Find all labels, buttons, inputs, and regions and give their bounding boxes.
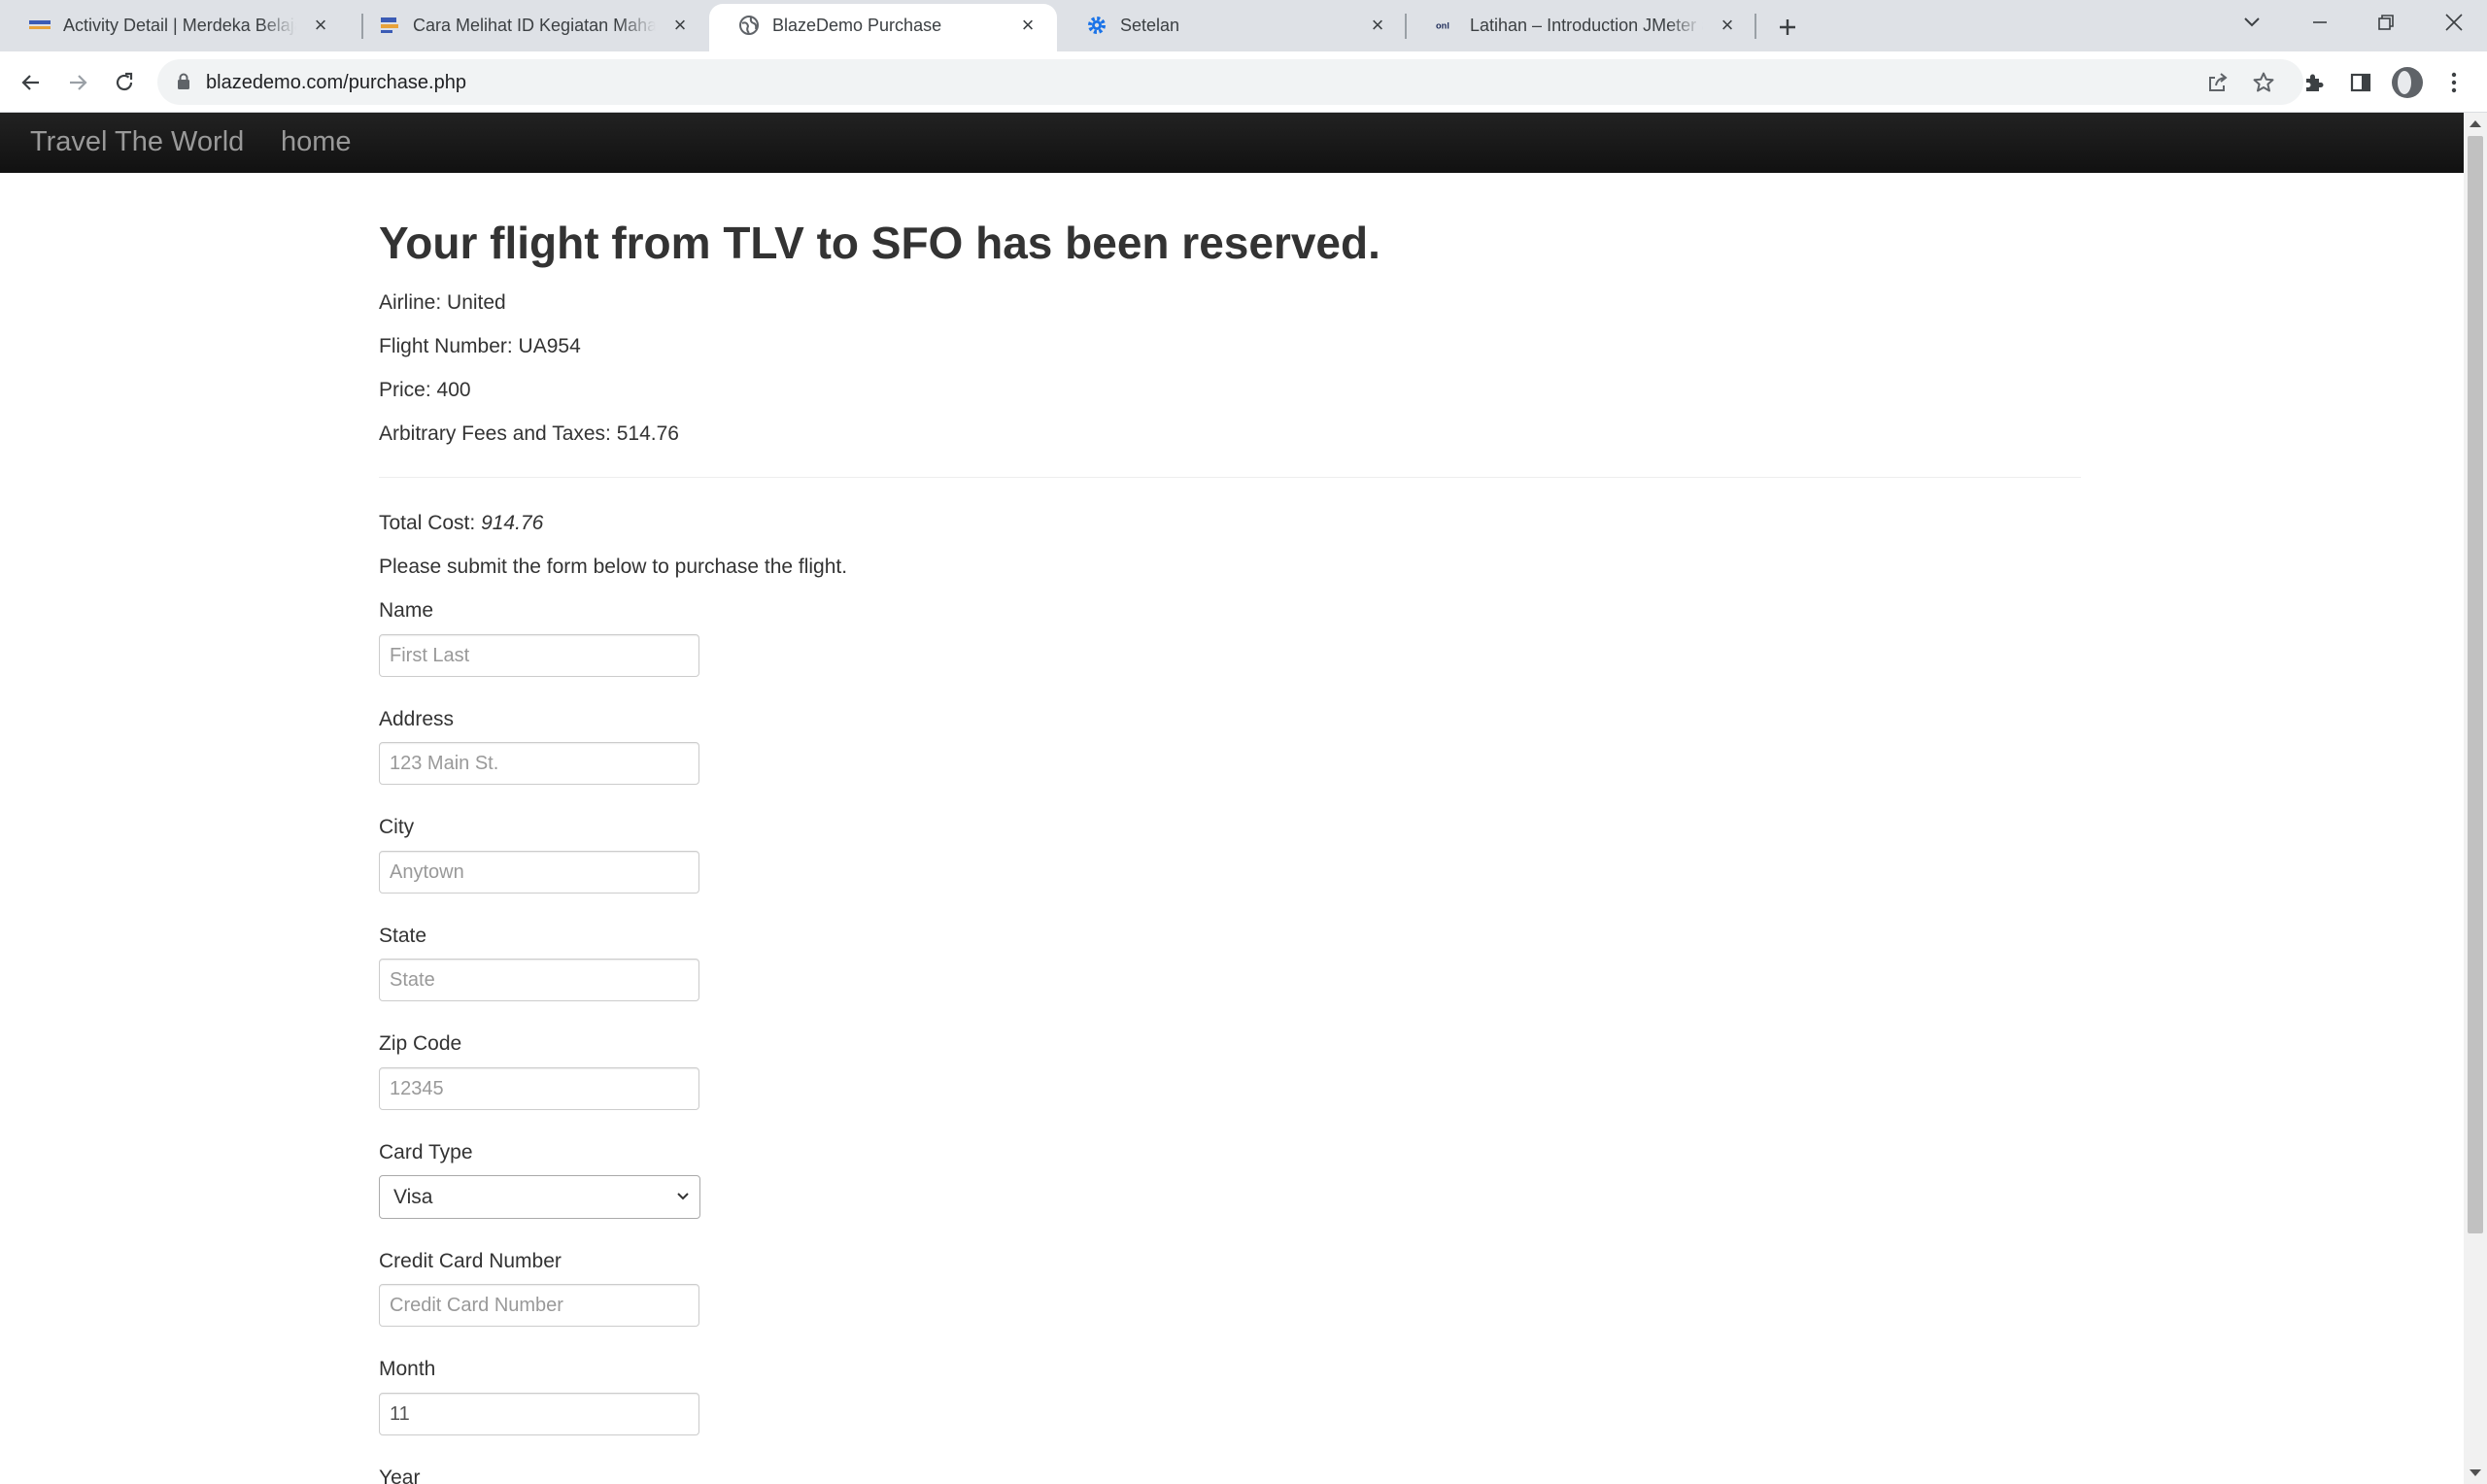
kampus-merdeka-icon [29,15,51,36]
credit-card-number-label: Credit Card Number [379,1250,562,1272]
kebab-menu-icon [2451,72,2457,93]
tab-title: Latihan – Introduction JMeter and [1470,16,1703,35]
city-label: City [379,816,415,838]
close-icon[interactable]: × [1366,13,1389,37]
tab-blazedemo-purchase[interactable]: BlazeDemo Purchase × [709,4,1057,51]
page-title: Your flight from TLV to SFO has been res… [379,218,1380,268]
month-label: Month [379,1358,436,1380]
close-window-button[interactable] [2421,0,2487,45]
chevron-down-icon [677,1193,689,1200]
scroll-up-arrow-icon[interactable] [2470,120,2481,127]
kampus-merdeka-icon [379,15,400,36]
tab-merdeka-activity[interactable]: Activity Detail | Merdeka Belajar × [0,0,350,51]
plus-icon [1780,19,1795,35]
minimize-button[interactable] [2287,0,2353,45]
tab-separator [1755,14,1756,39]
puzzle-icon [2306,74,2324,91]
address-label: Address [379,708,455,730]
page-viewport: Travel The World home Your flight from T… [0,113,2464,1484]
navbar-brand[interactable]: Travel The World [30,125,244,158]
month-input[interactable] [379,1393,699,1435]
back-button[interactable] [14,65,49,100]
site-navbar: Travel The World home [0,113,2464,173]
onl-icon: onl [1436,15,1457,36]
close-icon[interactable]: × [1716,13,1739,37]
arrow-left-icon [21,75,39,90]
arrow-right-icon [70,75,87,90]
card-type-label: Card Type [379,1141,473,1164]
name-label: Name [379,599,434,622]
close-icon[interactable]: × [668,13,692,37]
profile-avatar-button[interactable] [2390,65,2425,100]
forward-button[interactable] [60,65,95,100]
city-input[interactable] [379,851,699,894]
tab-cara-melihat[interactable]: Cara Melihat ID Kegiatan Mahasiswa × [350,0,709,51]
tab-title: Activity Detail | Merdeka Belajar [63,16,296,35]
zip-code-input[interactable] [379,1067,699,1110]
scroll-down-arrow-icon[interactable] [2470,1469,2481,1476]
tab-title: Setelan [1120,16,1180,35]
avatar [2392,67,2423,98]
card-type-select[interactable]: Visa [379,1175,700,1219]
airline-text: Airline: United [379,291,506,314]
state-label: State [379,925,427,947]
tab-title: BlazeDemo Purchase [772,16,942,35]
minimize-icon [2313,21,2327,23]
card-type-selected: Visa [393,1186,433,1208]
url-text[interactable]: blazedemo.com/purchase.php [206,71,466,94]
gear-icon [1086,15,1107,36]
side-panel-button[interactable] [2343,65,2378,100]
chevron-down-icon [2244,17,2260,27]
state-input[interactable] [379,959,699,1001]
tab-title: Cara Melihat ID Kegiatan Mahasiswa [413,16,656,35]
restore-icon [2378,15,2394,30]
tab-latihan-jmeter[interactable]: onl Latihan – Introduction JMeter and × [1407,0,1756,51]
restore-button[interactable] [2353,0,2419,45]
share-icon[interactable] [2203,68,2232,97]
name-input[interactable] [379,634,699,677]
globe-icon [738,15,760,36]
extensions-button[interactable] [2297,65,2332,100]
close-icon[interactable]: × [309,13,332,37]
page-scrollbar[interactable] [2464,113,2487,1484]
scrollbar-thumb[interactable] [2468,136,2483,1233]
credit-card-number-input[interactable] [379,1284,699,1327]
address-bar[interactable]: blazedemo.com/purchase.php [157,59,2303,105]
lock-icon[interactable] [177,73,190,95]
divider [379,477,2081,478]
home-link[interactable]: home [281,125,352,158]
address-input[interactable] [379,742,699,785]
zip-code-label: Zip Code [379,1032,462,1055]
svg-text:onl: onl [1436,20,1449,30]
price-text: Price: 400 [379,379,471,401]
total-cost-value: 914.76 [481,512,544,534]
fees-text: Arbitrary Fees and Taxes: 514.76 [379,422,679,445]
instruction-text: Please submit the form below to purchase… [379,556,848,578]
side-panel-icon [2350,73,2371,92]
tab-search-button[interactable] [2219,0,2285,45]
reload-button[interactable] [107,65,142,100]
bookmark-star-icon[interactable] [2249,68,2278,97]
flight-number-text: Flight Number: UA954 [379,335,581,357]
browser-menu-button[interactable] [2436,65,2471,100]
total-cost: Total Cost: 914.76 [379,511,543,536]
browser-toolbar: blazedemo.com/purchase.php [0,51,2487,113]
close-icon [2445,14,2463,31]
total-cost-label: Total Cost: [379,512,476,534]
close-icon[interactable]: × [1016,13,1039,37]
new-tab-button[interactable] [1770,10,1805,45]
tab-strip: Activity Detail | Merdeka Belajar × Cara… [0,0,2487,51]
year-label: Year [379,1467,421,1484]
tab-setelan[interactable]: Setelan × [1057,0,1407,51]
reload-icon [116,72,133,91]
